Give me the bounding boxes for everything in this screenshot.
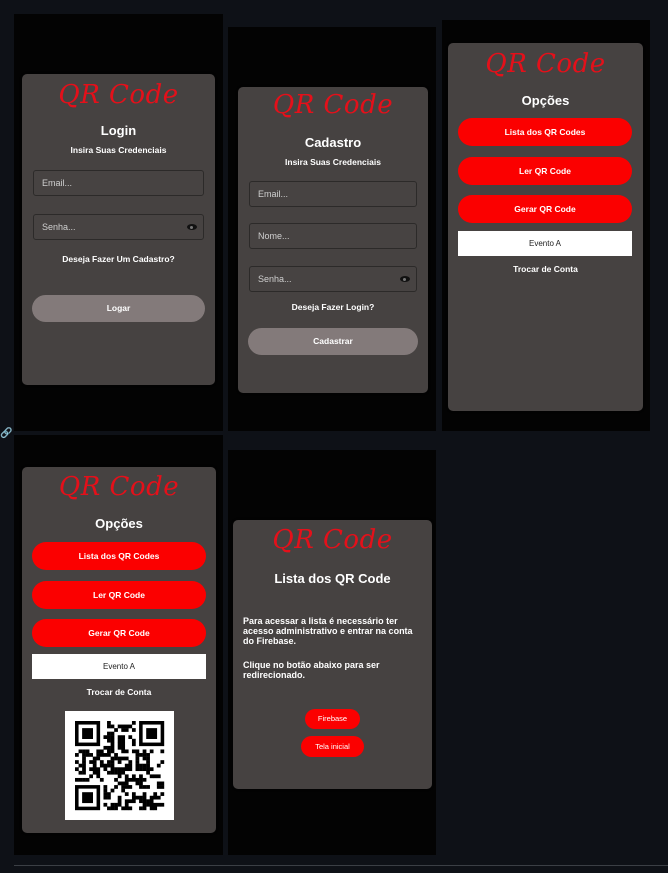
- list-qr-codes-button[interactable]: Lista dos QR Codes: [32, 542, 206, 570]
- generate-qr-code-button[interactable]: Gerar QR Code: [32, 619, 206, 647]
- email-placeholder: Email...: [42, 178, 73, 188]
- register-link[interactable]: Deseja Fazer Um Cadastro?: [22, 254, 215, 264]
- home-button[interactable]: Tela inicial: [301, 736, 364, 757]
- password-field[interactable]: Senha...: [249, 266, 417, 292]
- list-qr-codes-button[interactable]: Lista dos QR Codes: [458, 118, 632, 146]
- event-select[interactable]: Evento A: [32, 654, 206, 679]
- page-subtitle: Insira Suas Credenciais: [285, 157, 381, 167]
- login-card: QR Code Login Insira Suas Credenciais Em…: [22, 74, 215, 385]
- page-title: Opções: [95, 516, 143, 531]
- qr-code-image: [65, 711, 174, 820]
- name-field[interactable]: Nome...: [249, 223, 417, 249]
- login-screen: QR Code Login Insira Suas Credenciais Em…: [14, 14, 223, 431]
- email-placeholder: Email...: [258, 189, 289, 199]
- eye-icon[interactable]: [187, 224, 197, 230]
- app-logo: QR Code: [58, 80, 179, 110]
- list-card: QR Code Lista dos QR Code Para acessar a…: [233, 520, 432, 789]
- page-title: Opções: [521, 93, 570, 108]
- app-logo: QR Code: [58, 472, 180, 502]
- divider: [14, 865, 668, 866]
- login-button[interactable]: Logar: [32, 295, 205, 322]
- switch-account-link[interactable]: Trocar de Conta: [22, 687, 216, 697]
- page-title: Cadastro: [304, 135, 362, 150]
- password-field[interactable]: Senha...: [33, 214, 204, 240]
- access-info-text: Para acessar a lista é necessário ter ac…: [243, 616, 413, 646]
- app-logo: QR Code: [272, 525, 393, 555]
- name-placeholder: Nome...: [258, 231, 290, 241]
- firebase-button[interactable]: Firebase: [305, 709, 360, 729]
- eye-icon[interactable]: [400, 276, 410, 282]
- page-title: Lista dos QR Code: [274, 571, 391, 586]
- email-field[interactable]: Email...: [249, 181, 417, 207]
- options-card: QR Code Opções Lista dos QR Codes Ler QR…: [22, 467, 216, 833]
- app-logo: QR Code: [272, 90, 394, 120]
- page-subtitle: Insira Suas Credenciais: [70, 145, 167, 155]
- options-card: QR Code Opções Lista dos QR Codes Ler QR…: [448, 43, 643, 411]
- register-card: QR Code Cadastro Insira Suas Credenciais…: [238, 87, 428, 393]
- switch-account-link[interactable]: Trocar de Conta: [448, 264, 643, 274]
- page-title: Login: [100, 123, 137, 138]
- email-field[interactable]: Email...: [33, 170, 204, 196]
- login-link[interactable]: Deseja Fazer Login?: [238, 302, 428, 312]
- link-icon: 🔗: [0, 428, 13, 439]
- password-placeholder: Senha...: [258, 274, 292, 284]
- options-screen: QR Code Opções Lista dos QR Codes Ler QR…: [442, 20, 650, 431]
- read-qr-code-button[interactable]: Ler QR Code: [32, 581, 206, 609]
- qr-code-icon: [75, 721, 165, 811]
- read-qr-code-button[interactable]: Ler QR Code: [458, 157, 632, 185]
- redirect-info-text: Clique no botão abaixo para ser redireci…: [243, 660, 380, 680]
- generate-qr-code-button[interactable]: Gerar QR Code: [458, 195, 632, 223]
- register-button[interactable]: Cadastrar: [248, 328, 418, 355]
- list-screen: QR Code Lista dos QR Code Para acessar a…: [228, 450, 436, 855]
- event-select[interactable]: Evento A: [458, 231, 632, 256]
- app-logo: QR Code: [485, 49, 606, 79]
- options-qr-screen: QR Code Opções Lista dos QR Codes Ler QR…: [14, 435, 223, 855]
- register-screen: QR Code Cadastro Insira Suas Credenciais…: [228, 27, 436, 431]
- password-placeholder: Senha...: [42, 222, 76, 232]
